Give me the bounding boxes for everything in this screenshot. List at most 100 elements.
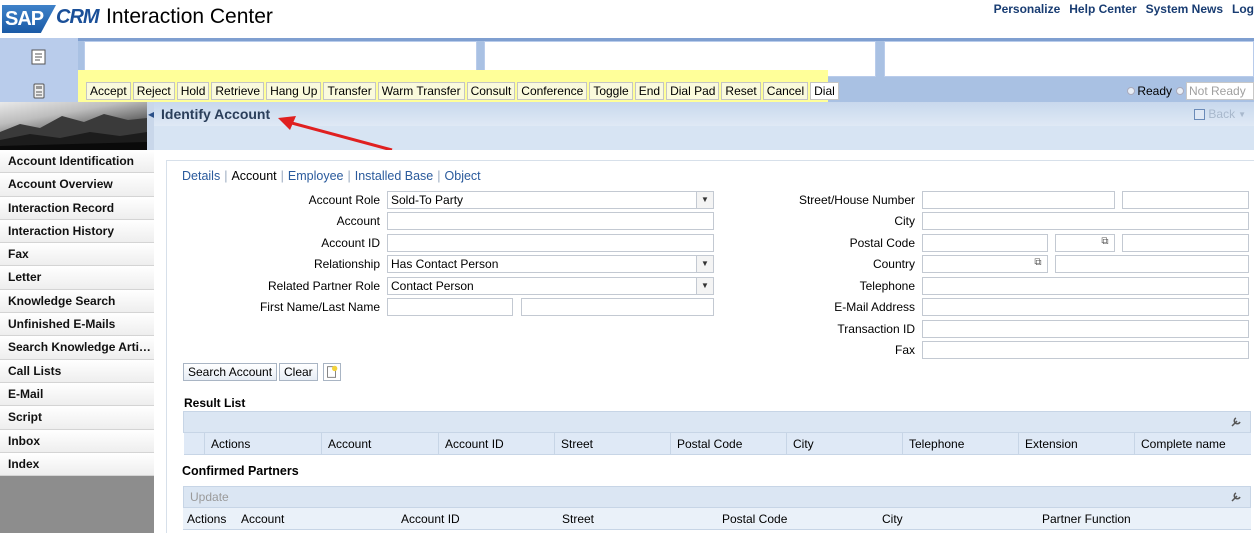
column-telephone[interactable]: Telephone — [902, 433, 1018, 454]
postal-code-input[interactable] — [922, 234, 1048, 252]
personalize-link[interactable]: Personalize — [994, 2, 1061, 16]
email-address-label: E-Mail Address — [834, 300, 915, 314]
clear-button[interactable]: Clear — [279, 363, 318, 381]
reject-button[interactable]: Reject — [132, 82, 175, 100]
log-link[interactable]: Log — [1232, 2, 1254, 16]
first-name-input[interactable] — [387, 298, 513, 316]
tab-installed-base[interactable]: Installed Base — [355, 169, 434, 183]
last-name-input[interactable] — [521, 298, 714, 316]
column-city[interactable]: City — [786, 433, 902, 454]
column-postal-code[interactable]: Postal Code — [670, 433, 786, 454]
transaction-id-input[interactable] — [922, 320, 1249, 338]
system-news-link[interactable]: System News — [1146, 2, 1223, 16]
transfer-button[interactable]: Transfer — [323, 82, 376, 100]
accept-button[interactable]: Accept — [86, 82, 131, 100]
end-button[interactable]: End — [634, 82, 665, 100]
nav-item-account-identification[interactable]: Account Identification — [0, 150, 154, 174]
app-title: Interaction Center — [106, 5, 273, 28]
dial-pad-button[interactable]: Dial Pad — [666, 82, 720, 100]
column-account[interactable]: Account — [235, 508, 395, 529]
tab-details[interactable]: Details — [182, 169, 220, 183]
help-center-link[interactable]: Help Center — [1069, 2, 1136, 16]
nav-item-search-knowledge-articles[interactable]: Search Knowledge Arti… — [0, 336, 154, 360]
telephone-label: Telephone — [859, 279, 915, 293]
column-partner-function[interactable]: Partner Function — [1036, 508, 1236, 529]
account-role-select[interactable]: Sold-To Party ▼ — [387, 191, 714, 209]
hold-button[interactable]: Hold — [176, 82, 210, 100]
nav-item-call-lists[interactable]: Call Lists — [0, 359, 154, 383]
update-button[interactable]: Update — [190, 490, 229, 504]
chevron-down-icon[interactable]: ▼ — [696, 278, 713, 294]
column-street[interactable]: Street — [554, 433, 670, 454]
telephone-input[interactable] — [922, 277, 1249, 295]
nav-item-inbox[interactable]: Inbox — [0, 429, 154, 453]
country-name-input[interactable] — [1055, 255, 1249, 273]
dial-button[interactable]: Dial — [810, 82, 839, 100]
chevron-down-icon[interactable]: ▼ — [696, 256, 713, 272]
fax-input[interactable] — [922, 341, 1249, 359]
select-all-column[interactable] — [184, 433, 204, 454]
retrieve-button[interactable]: Retrieve — [211, 82, 265, 100]
new-account-icon[interactable] — [323, 363, 341, 381]
wrench-icon[interactable] — [1230, 416, 1242, 428]
column-extension[interactable]: Extension — [1018, 433, 1134, 454]
tab-object[interactable]: Object — [445, 169, 481, 183]
conference-button[interactable]: Conference — [517, 82, 588, 100]
nav-item-account-overview[interactable]: Account Overview — [0, 173, 154, 197]
hang-up-button[interactable]: Hang Up — [266, 82, 322, 100]
city-input[interactable] — [922, 212, 1249, 230]
column-account-id[interactable]: Account ID — [438, 433, 554, 454]
value-help-icon[interactable]: ⧉ — [1031, 257, 1045, 271]
email-address-input[interactable] — [922, 298, 1249, 316]
nav-item-index[interactable]: Index — [0, 452, 154, 477]
not-ready-radio[interactable] — [1176, 87, 1184, 95]
back-dropdown-icon[interactable]: ▼ — [1238, 110, 1246, 119]
column-account[interactable]: Account — [321, 433, 438, 454]
nav-item-email[interactable]: E-Mail — [0, 382, 154, 407]
nav-item-interaction-record[interactable]: Interaction Record — [0, 196, 154, 220]
wrench-icon[interactable] — [1230, 491, 1242, 503]
nav-item-interaction-history[interactable]: Interaction History — [0, 219, 154, 244]
nav-item-script[interactable]: Script — [0, 406, 154, 430]
consult-button[interactable]: Consult — [466, 82, 516, 100]
account-input[interactable] — [387, 212, 714, 230]
column-street[interactable]: Street — [556, 508, 716, 529]
account-role-value: Sold-To Party — [391, 193, 464, 207]
back-button[interactable]: Back ▼ — [1194, 107, 1246, 121]
column-account-id[interactable]: Account ID — [395, 508, 556, 529]
nav-item-knowledge-search[interactable]: Knowledge Search — [0, 289, 154, 314]
nav-item-fax[interactable]: Fax — [0, 243, 154, 267]
column-postal-code[interactable]: Postal Code — [716, 508, 876, 529]
ready-radio[interactable] — [1127, 87, 1136, 95]
country-input[interactable]: ⧉ — [922, 255, 1048, 273]
confirmed-partners-title: Confirmed Partners — [182, 464, 299, 478]
nav-item-letter[interactable]: Letter — [0, 266, 154, 290]
column-city[interactable]: City — [876, 508, 1036, 529]
cancel-button[interactable]: Cancel — [762, 82, 809, 100]
tab-separator: | — [280, 169, 284, 183]
toggle-button[interactable]: Toggle — [589, 82, 633, 100]
warm-transfer-button[interactable]: Warm Transfer — [377, 82, 465, 100]
search-account-button[interactable]: Search Account — [183, 363, 278, 381]
chevron-down-icon[interactable]: ▼ — [696, 192, 713, 208]
account-id-input[interactable] — [387, 234, 714, 252]
reset-button[interactable]: Reset — [721, 82, 761, 100]
tab-employee[interactable]: Employee — [288, 169, 344, 183]
cti-info-area-right — [884, 41, 1254, 77]
relationship-select[interactable]: Has Contact Person ▼ — [387, 255, 714, 273]
column-actions[interactable]: Actions — [183, 508, 235, 529]
tab-account[interactable]: Account — [231, 169, 276, 183]
relationship-label: Relationship — [313, 257, 380, 271]
column-complete-name[interactable]: Complete name — [1134, 433, 1251, 454]
agent-inbox-icon[interactable] — [30, 48, 48, 66]
postal-code-extra-input[interactable] — [1122, 234, 1249, 252]
street-input[interactable] — [922, 191, 1115, 209]
value-help-icon[interactable]: ⧉ — [1098, 236, 1112, 250]
phone-icon[interactable] — [30, 82, 48, 100]
region-input[interactable]: ⧉ — [1055, 234, 1115, 252]
not-ready-reason-field[interactable]: Not Ready — [1186, 82, 1254, 100]
related-partner-role-select[interactable]: Contact Person ▼ — [387, 277, 714, 295]
column-actions[interactable]: Actions — [204, 433, 321, 454]
nav-item-unfinished-emails[interactable]: Unfinished E-Mails — [0, 313, 154, 337]
house-number-input[interactable] — [1122, 191, 1249, 209]
